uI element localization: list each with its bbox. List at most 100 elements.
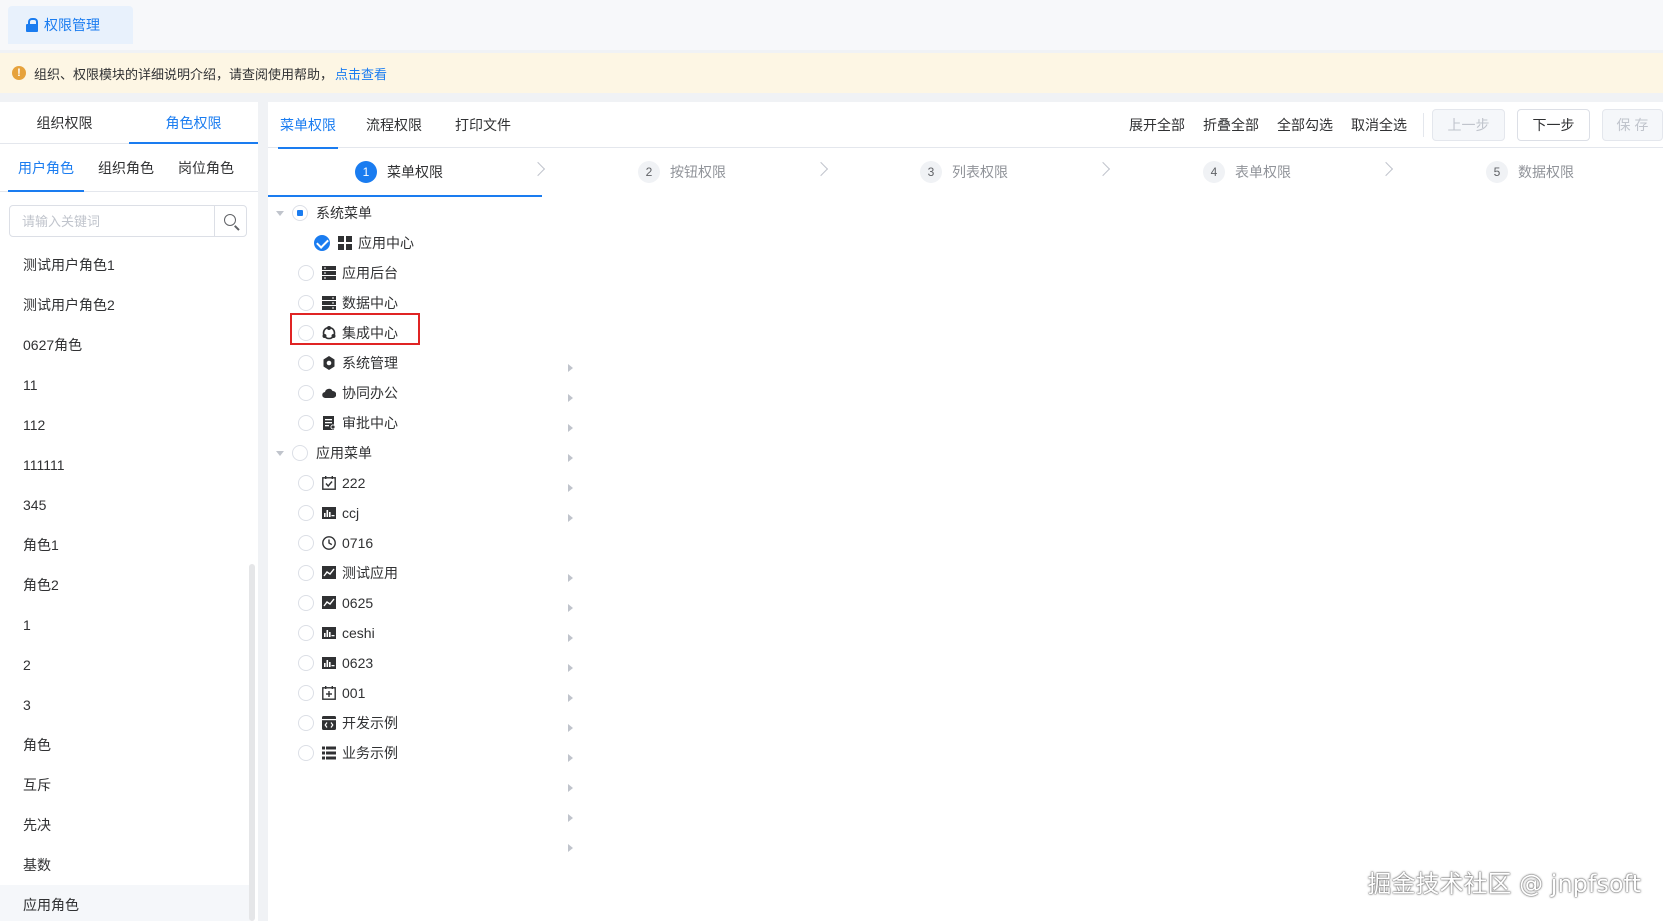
caret-right-icon[interactable] xyxy=(562,720,578,736)
tree-checkbox[interactable] xyxy=(314,235,330,251)
tree-node[interactable]: 0716 xyxy=(294,528,578,646)
role-item[interactable]: 测试用户角色1 xyxy=(0,245,250,285)
role-item[interactable]: 11 xyxy=(0,365,250,405)
expand-all-button[interactable]: 展开全部 xyxy=(1129,102,1185,148)
tree-node-system-menu[interactable]: 系统菜单 xyxy=(272,198,372,228)
search-input[interactable] xyxy=(10,206,214,236)
role-item[interactable]: 1 xyxy=(0,605,250,645)
role-item[interactable]: 应用角色 xyxy=(0,885,250,921)
caret-right-icon[interactable] xyxy=(562,630,578,646)
tree-checkbox[interactable] xyxy=(298,265,314,281)
help-link[interactable]: 点击查看 xyxy=(335,64,387,83)
tree-checkbox[interactable] xyxy=(298,355,314,371)
role-item[interactable]: 角色2 xyxy=(0,565,250,605)
tree-checkbox[interactable] xyxy=(298,715,314,731)
tab-role-permission[interactable]: 角色权限 xyxy=(129,102,258,144)
tree-node[interactable]: 001 xyxy=(294,678,578,796)
tab-menu-permission[interactable]: 菜单权限 xyxy=(278,102,338,149)
caret-down-icon[interactable] xyxy=(272,205,288,221)
tree-node-app-menu[interactable]: 应用菜单 xyxy=(272,438,372,468)
step-button-permission[interactable]: 2 按钮权限 xyxy=(638,161,726,183)
prev-step-button[interactable]: 上一步 xyxy=(1432,109,1505,141)
role-item[interactable]: 112 xyxy=(0,405,250,445)
tree-checkbox[interactable] xyxy=(298,685,314,701)
role-item[interactable]: 111111 xyxy=(0,445,250,485)
check-all-button[interactable]: 全部勾选 xyxy=(1277,102,1333,148)
tab-flow-permission[interactable]: 流程权限 xyxy=(366,102,422,148)
role-item[interactable]: 0627角色 xyxy=(0,325,250,365)
step-list-permission[interactable]: 3 列表权限 xyxy=(920,161,1008,183)
tree-node[interactable]: 数据中心 xyxy=(294,288,578,406)
role-list-scrollbar[interactable] xyxy=(249,564,255,921)
tree-checkbox[interactable] xyxy=(298,655,314,671)
tab-print-files[interactable]: 打印文件 xyxy=(455,102,511,148)
role-item[interactable]: 3 xyxy=(0,685,250,725)
next-step-button[interactable]: 下一步 xyxy=(1517,109,1590,141)
search-button[interactable] xyxy=(214,206,246,236)
tree-node[interactable]: 开发示例 xyxy=(294,708,578,826)
caret-right-icon[interactable] xyxy=(562,390,578,406)
role-item[interactable]: 互斥 xyxy=(0,765,250,805)
caret-right-icon[interactable] xyxy=(562,360,578,376)
tree-checkbox[interactable] xyxy=(298,625,314,641)
tree-node[interactable]: 测试应用 xyxy=(294,558,578,676)
gear-icon xyxy=(323,356,335,370)
tree-checkbox[interactable] xyxy=(298,475,314,491)
caret-right-icon[interactable] xyxy=(562,750,578,766)
role-item[interactable]: 角色 xyxy=(0,725,250,765)
save-button[interactable]: 保 存 xyxy=(1602,109,1663,141)
tab-org-role[interactable]: 组织角色 xyxy=(88,144,164,191)
tree-checkbox[interactable] xyxy=(292,445,308,461)
tree-node[interactable]: 业务示例 xyxy=(294,738,578,856)
caret-right-icon[interactable] xyxy=(562,480,578,496)
tree-checkbox[interactable] xyxy=(298,505,314,521)
step-form-permission[interactable]: 4 表单权限 xyxy=(1203,161,1291,183)
tree-node[interactable]: ccj xyxy=(294,498,578,616)
caret-down-icon[interactable] xyxy=(272,445,288,461)
tree-node[interactable]: 应用中心 xyxy=(294,228,414,258)
tree-checkbox[interactable] xyxy=(298,565,314,581)
collapse-all-button[interactable]: 折叠全部 xyxy=(1203,102,1259,148)
role-item[interactable]: 角色1 xyxy=(0,525,250,565)
tab-permission-management[interactable]: 权限管理 xyxy=(8,6,133,44)
tree-checkbox[interactable] xyxy=(298,385,314,401)
tree-checkbox[interactable] xyxy=(298,295,314,311)
tree-node[interactable]: 系统管理 xyxy=(294,348,578,466)
tree-node[interactable]: ceshi xyxy=(294,618,578,736)
tree-checkbox[interactable] xyxy=(298,595,314,611)
uncheck-all-button[interactable]: 取消全选 xyxy=(1351,102,1407,148)
tree-node[interactable]: 222 xyxy=(294,468,578,586)
role-item[interactable]: 测试用户角色2 xyxy=(0,285,250,325)
role-item[interactable]: 基数 xyxy=(0,845,250,885)
tab-user-role[interactable]: 用户角色 xyxy=(8,144,84,192)
tree-checkbox[interactable] xyxy=(292,205,308,221)
caret-right-icon[interactable] xyxy=(562,600,578,616)
tab-post-role[interactable]: 岗位角色 xyxy=(168,144,244,191)
caret-right-icon[interactable] xyxy=(562,690,578,706)
tree-node[interactable]: 0625 xyxy=(294,588,578,706)
caret-right-icon[interactable] xyxy=(562,780,578,796)
caret-right-icon[interactable] xyxy=(562,840,578,856)
tab-org-permission[interactable]: 组织权限 xyxy=(0,102,129,143)
tree-checkbox[interactable] xyxy=(298,325,314,341)
tree-checkbox[interactable] xyxy=(298,745,314,761)
caret-right-icon[interactable] xyxy=(562,420,578,436)
step-data-permission[interactable]: 5 数据权限 xyxy=(1486,161,1574,183)
caret-right-icon[interactable] xyxy=(562,660,578,676)
tree-checkbox[interactable] xyxy=(298,535,314,551)
tree-node[interactable]: 审批中心 xyxy=(294,408,578,526)
tree-node[interactable]: 集成中心 xyxy=(294,318,578,436)
caret-right-icon[interactable] xyxy=(562,810,578,826)
role-item[interactable]: 345 xyxy=(0,485,250,525)
tree-node[interactable]: 协同办公 xyxy=(294,378,578,496)
tree-node[interactable]: 应用后台 xyxy=(294,258,578,376)
role-item[interactable]: 2 xyxy=(0,645,250,685)
step-menu-permission[interactable]: 1 菜单权限 xyxy=(355,161,443,183)
role-item[interactable]: 先决 xyxy=(0,805,250,845)
tree-checkbox[interactable] xyxy=(298,415,314,431)
caret-right-icon[interactable] xyxy=(562,570,578,586)
caret-right-icon[interactable] xyxy=(562,510,578,526)
caret-right-icon[interactable] xyxy=(562,450,578,466)
tree-node[interactable]: 0623 xyxy=(294,648,578,766)
list-icon xyxy=(322,746,336,760)
